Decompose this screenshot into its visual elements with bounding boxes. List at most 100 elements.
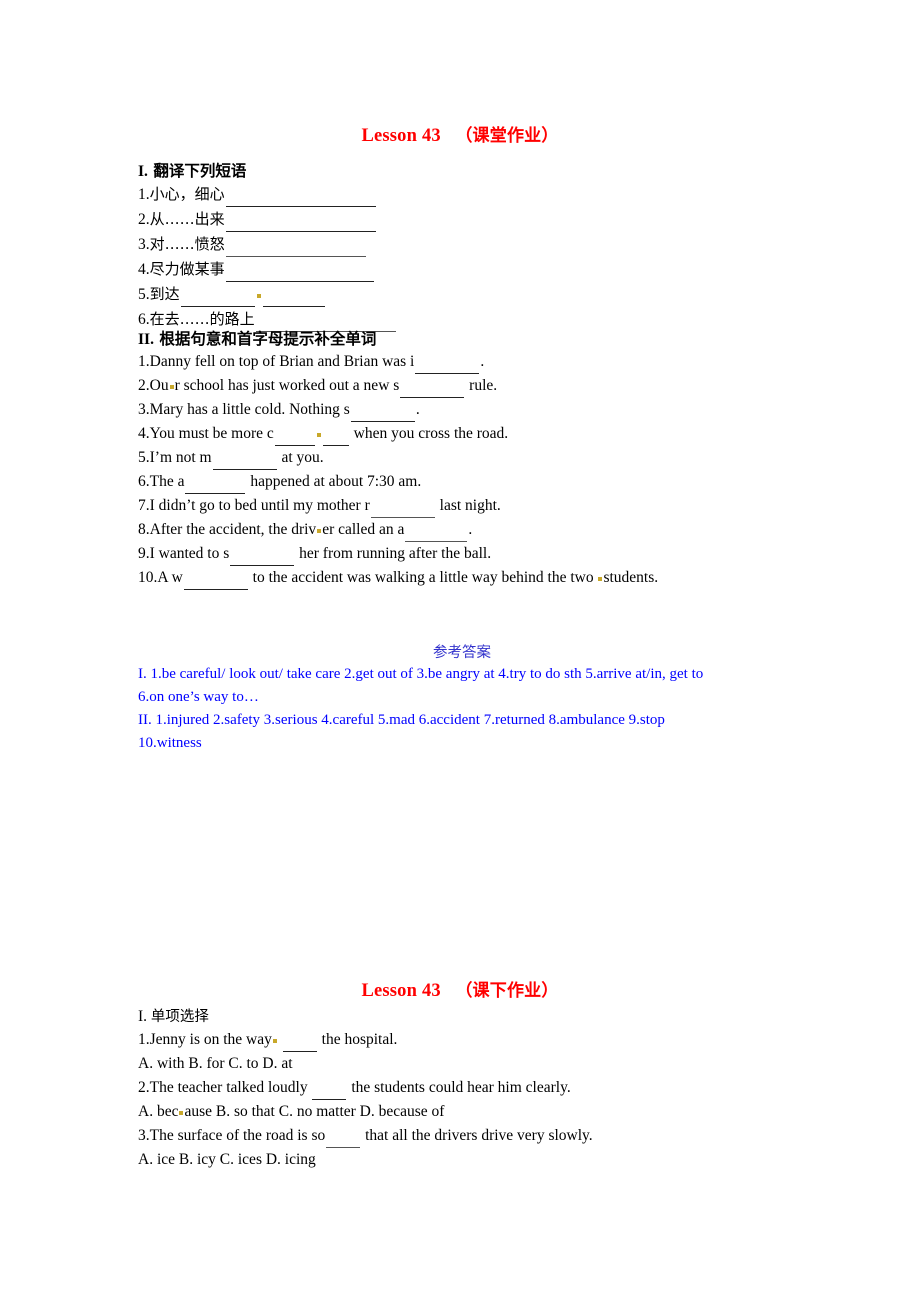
lesson-title-bottom-text: Lesson 43 [361,981,441,1001]
s1-item-5: 5.到达 [138,282,798,307]
s1-item-1: 1.小心，细心 [138,182,798,207]
proof-mark-icon [598,577,603,581]
s1-item-2-text: 从……出来 [149,210,225,228]
section-one-heading: I. 翻译下列短语 [138,161,798,182]
s2-item-6-num: 6. [138,473,150,490]
s2-item-9-blank[interactable] [230,551,295,566]
s2-item-4-blank-b[interactable] [322,431,349,446]
s2-item-3-blank[interactable] [350,407,415,422]
sb-item-1-blank[interactable] [282,1037,317,1052]
sb-item-3-num: 3. [138,1127,150,1144]
s1-item-5-num: 5. [138,286,150,303]
page-title-top: Lesson 43 （课堂作业） [0,126,920,146]
sb-item-3: 3.The surface of the road is so that all… [138,1124,838,1148]
s2-item-5-pre: I’m not m [149,449,212,466]
sb-item-1-num: 1. [138,1031,150,1048]
s2-item-2-blank[interactable] [400,383,465,398]
sb-item-3-pre: The surface of the road is so [149,1127,326,1144]
sb-item-2-pre: The teacher talked loudly [149,1079,312,1096]
proof-mark-icon [179,1111,184,1115]
s2-item-5-blank[interactable] [212,455,277,470]
s1-item-4: 4.尽力做某事 [138,257,798,282]
s1-item-3-num: 3. [138,236,150,253]
s1-item-2: 2.从……出来 [138,207,798,232]
section-one: I. 翻译下列短语 1.小心，细心 2.从……出来 3.对……愤怒 4.尽力做某… [138,161,798,332]
section-two: II. 根据句意和首字母提示补全单词 1.Danny fell on top o… [138,329,838,590]
s2-item-1-blank[interactable] [415,359,480,374]
s2-item-4-num: 4. [138,425,150,442]
s2-item-3-post: . [415,401,420,418]
sb-item-1-post: the hospital. [317,1031,398,1048]
s1-item-4-blank[interactable] [225,267,374,282]
s1-item-2-num: 2. [138,211,150,228]
sb-item-3-post: that all the drivers drive very slowly. [361,1127,593,1144]
s1-item-3: 3.对……愤怒 [138,232,798,257]
s2-item-4-pre: You must be more c [149,425,274,442]
sb-options-1[interactable]: A. with B. for C. to D. at [138,1052,838,1076]
proof-mark-icon [317,529,322,533]
s2-item-9: 9.I wanted to s her from running after t… [138,542,838,566]
proof-mark-icon [316,433,321,437]
s2-item-7: 7.I didn’t go to bed until my mother r l… [138,494,838,518]
answer-key-heading: 参考答案 [433,645,491,661]
sb-item-2-num: 2. [138,1079,150,1096]
answer-key: 参考答案 I. 1.be careful/ look out/ take car… [138,643,786,755]
answer-line-1: I. 1.be careful/ look out/ take care 2.g… [138,666,704,682]
s2-item-4-blank-a[interactable] [274,431,315,446]
section-one-roman: I. [138,163,148,180]
sb-options-2[interactable]: A. bec ause B. so that C. no matter D. be… [138,1100,838,1124]
sb-item-1: 1.Jenny is on the way the hospital. [138,1028,838,1052]
answer-line-2: 6.on one’s way to… [138,689,259,705]
s2-item-4: 4.You must be more c when you cross the … [138,422,838,446]
proof-mark-icon [272,1039,277,1043]
proof-mark-icon [169,385,174,389]
s2-item-10-num: 10. [138,569,158,586]
s2-item-4-post: when you cross the road. [349,425,509,442]
s2-item-8-pre: After the accident, the driv [149,521,317,538]
s1-item-1-blank[interactable] [225,192,376,207]
sb-options-3[interactable]: A. ice B. icy C. ices D. icing [138,1148,838,1172]
s2-item-6-pre: The a [149,473,185,490]
answer-line-3: II. 1.injured 2.safety 3.serious 4.caref… [138,712,665,728]
s2-item-8-num: 8. [138,521,150,538]
s2-item-10-pre: A w [157,569,183,586]
s2-item-8: 8.After the accident, the driv er called … [138,518,838,542]
s2-item-8-blank[interactable] [405,527,468,542]
sb-options-2-b: ause B. so that C. no matter D. because … [184,1103,445,1120]
s1-item-3-blank[interactable] [225,242,366,257]
s2-item-1-post: . [480,353,485,370]
s1-item-4-num: 4. [138,261,150,278]
s2-item-2-pre: Ou [149,377,169,394]
s2-item-5-num: 5. [138,449,150,466]
sb-item-3-blank[interactable] [326,1133,361,1148]
s2-item-1-num: 1. [138,353,150,370]
sb-item-2-blank[interactable] [312,1085,347,1100]
s2-item-10-post: to the accident was walking a little way… [248,569,598,586]
lesson-title-top-text: Lesson 43 [361,126,441,146]
s2-item-2: 2.Ou r school has just worked out a new s… [138,374,838,398]
s1-item-1-text: 小心，细心 [149,185,225,203]
s2-item-9-post: her from running after the ball. [295,545,492,562]
s2-item-10-blank[interactable] [183,575,248,590]
s2-item-5-post: at you. [277,449,324,466]
worksheet-page: Lesson 43 （课堂作业） I. 翻译下列短语 1.小心，细心 2.从……… [0,0,920,1302]
page-title-bottom: Lesson 43 （课下作业） [0,981,920,1001]
s1-item-3-text: 对……愤怒 [149,235,225,253]
s1-item-2-blank[interactable] [225,217,376,232]
s1-item-5-blank-b[interactable] [262,292,325,307]
section-bottom-roman: I. [138,1008,148,1025]
sb-options-2-a: A. bec [138,1103,179,1120]
s1-item-5-blank-a[interactable] [180,292,255,307]
s2-item-9-pre: I wanted to s [149,545,230,562]
s2-item-6-blank[interactable] [185,479,246,494]
s2-item-5: 5.I’m not m at you. [138,446,838,470]
s2-item-10-post2: students. [603,569,659,586]
s2-item-7-blank[interactable] [370,503,435,518]
section-two-roman: II. [138,331,154,348]
s2-item-6: 6.The a happened at about 7:30 am. [138,470,838,494]
s2-item-8-pre2: er called an a [322,521,405,538]
s2-item-10: 10.A w to the accident was walking a lit… [138,566,838,590]
s1-item-6-text: 在去……的路上 [149,310,255,328]
s1-item-5-text: 到达 [149,285,180,303]
sb-item-2-post: the students could hear him clearly. [347,1079,571,1096]
